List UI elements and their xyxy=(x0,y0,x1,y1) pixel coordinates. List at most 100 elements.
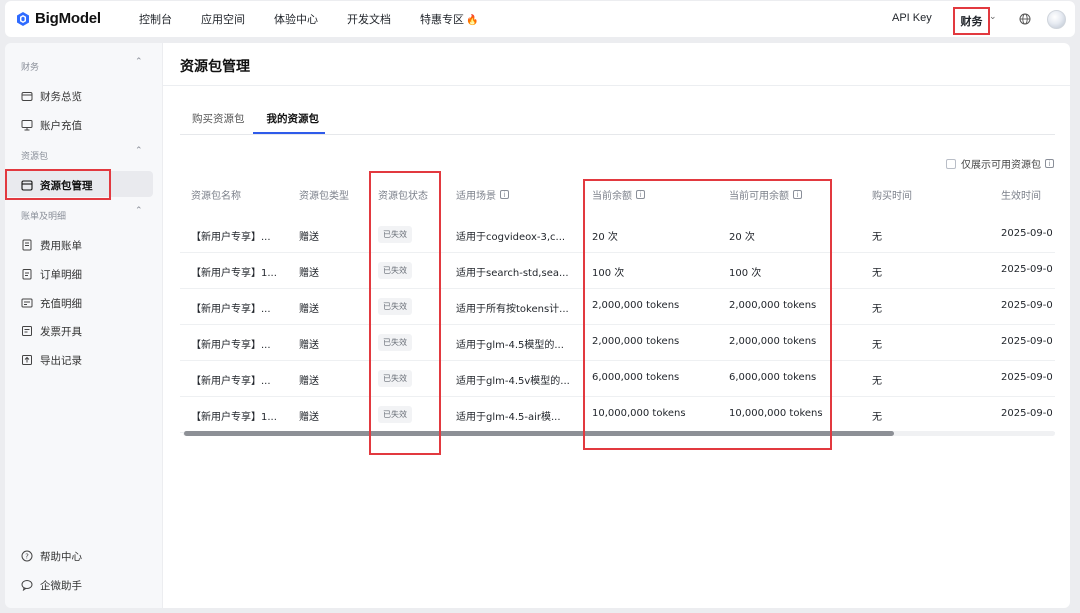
column-header-label: 当前余额 xyxy=(592,191,632,202)
column-header-name: 资源包名称 xyxy=(191,187,241,202)
nav-app-space[interactable]: 应用空间 xyxy=(201,11,245,27)
column-header-label: 适用场景 xyxy=(456,191,496,202)
chevron-down-icon[interactable]: ⌄ xyxy=(989,12,997,22)
globe-icon[interactable] xyxy=(1019,13,1031,25)
invoice-icon xyxy=(22,326,32,336)
cell-effective-time: 2025-09-0 xyxy=(1001,408,1053,419)
cell-scene: 适用于glm-4.5模型的... xyxy=(456,340,564,351)
recharge-detail-icon xyxy=(21,298,33,308)
cell-purchase-time: 无 xyxy=(872,340,882,351)
status-badge: 已失效 xyxy=(378,262,412,279)
sidebar-item-finance-overview[interactable]: 财务总览 xyxy=(21,87,82,105)
sidebar-item-help-center[interactable]: ? 帮助中心 xyxy=(21,547,82,565)
table-row[interactable]: 【新用户专享】1... 赠送 已失效 适用于glm-4.5-air模... 10… xyxy=(180,397,1055,433)
sidebar-item-label: 费用账单 xyxy=(40,239,82,252)
chevron-up-icon[interactable]: ⌃ xyxy=(135,146,143,156)
sidebar-item-order-detail[interactable]: 订单明细 xyxy=(21,265,82,283)
chevron-up-icon[interactable]: ⌃ xyxy=(135,57,143,67)
cell-type: 赠送 xyxy=(299,232,319,243)
sidebar-item-label: 财务总览 xyxy=(40,90,82,103)
sidebar-section-finance: 财务 xyxy=(21,63,40,73)
table-row[interactable]: 【新用户专享】1... 赠送 已失效 适用于search-std,sea... … xyxy=(180,253,1055,289)
status-badge: 已失效 xyxy=(378,406,412,423)
table-row[interactable]: 【新用户专享】... 赠送 已失效 适用于所有按tokens计... 2,000… xyxy=(180,289,1055,325)
status-badge: 已失效 xyxy=(378,298,412,315)
api-key-link[interactable]: API Key xyxy=(892,12,932,24)
divider xyxy=(163,85,1070,86)
cell-effective-time: 2025-09-0 xyxy=(1001,372,1053,383)
sidebar-item-label: 订单明细 xyxy=(40,268,82,281)
horizontal-scrollbar-thumb[interactable] xyxy=(184,431,894,436)
cell-name: 【新用户专享】... xyxy=(191,340,271,351)
info-icon[interactable]: i xyxy=(793,190,802,199)
nav-experience-center[interactable]: 体验中心 xyxy=(274,11,318,27)
sidebar-item-label: 充值明细 xyxy=(40,297,82,310)
page-title: 资源包管理 xyxy=(180,59,250,75)
nav-dev-docs[interactable]: 开发文档 xyxy=(347,11,391,27)
info-icon[interactable]: i xyxy=(636,190,645,199)
tab-bar: 购买资源包 我的资源包 xyxy=(192,111,341,134)
help-icon: ? xyxy=(21,550,33,562)
cell-type: 赠送 xyxy=(299,268,319,279)
cell-type: 赠送 xyxy=(299,340,319,351)
cell-purchase-time: 无 xyxy=(872,304,882,315)
cell-balance: 6,000,000 tokens xyxy=(592,372,680,383)
cell-name: 【新用户专享】... xyxy=(191,376,271,387)
finance-menu[interactable]: 财务 xyxy=(953,7,990,35)
bigmodel-logo-icon xyxy=(17,11,29,26)
column-header-label: 资源包类型 xyxy=(299,191,349,202)
bill-icon xyxy=(22,239,32,251)
cell-purchase-time: 无 xyxy=(872,376,882,387)
cell-effective-time: 2025-09-0 xyxy=(1001,264,1053,275)
sidebar-section-bills: 账单及明细 xyxy=(21,212,67,222)
table-row[interactable]: 【新用户专享】... 赠送 已失效 适用于glm-4.5模型的... 2,000… xyxy=(180,325,1055,361)
status-badge: 已失效 xyxy=(378,226,412,243)
user-avatar[interactable] xyxy=(1047,10,1066,29)
sidebar-item-expense-bill[interactable]: 费用账单 xyxy=(21,236,82,254)
sidebar-item-package-management[interactable]: 资源包管理 xyxy=(21,176,93,194)
nav-special-offers[interactable]: 特惠专区 🔥 xyxy=(420,11,478,27)
sidebar-item-label: 资源包管理 xyxy=(40,179,93,192)
order-icon xyxy=(22,269,32,280)
info-icon[interactable]: i xyxy=(1045,159,1054,168)
cell-scene: 适用于glm-4.5-air模... xyxy=(456,412,561,423)
column-header-scene: 适用场景 i xyxy=(456,187,509,202)
sidebar-item-label: 企微助手 xyxy=(40,579,82,592)
table-row[interactable]: 【新用户专享】... 赠送 已失效 适用于glm-4.5v模型的... 6,00… xyxy=(180,361,1055,397)
tab-buy-packages[interactable]: 购买资源包 xyxy=(192,111,245,134)
table-row[interactable]: 【新用户专享】... 赠送 已失效 适用于cogvideox-3,c... 20… xyxy=(180,217,1055,253)
sidebar-item-recharge-detail[interactable]: 充值明细 xyxy=(21,294,82,312)
available-only-checkbox[interactable] xyxy=(946,158,956,169)
fire-icon: 🔥 xyxy=(466,15,479,26)
info-icon[interactable]: i xyxy=(500,190,509,199)
nav-console[interactable]: 控制台 xyxy=(139,11,172,27)
brand-name: BigModel xyxy=(35,10,101,27)
sidebar-item-recharge[interactable]: 账户充值 xyxy=(21,116,82,134)
cell-balance: 2,000,000 tokens xyxy=(592,300,680,311)
sidebar-item-export-records[interactable]: 导出记录 xyxy=(21,351,82,369)
brand-logo[interactable]: BigModel xyxy=(15,10,101,27)
svg-text:?: ? xyxy=(25,553,29,561)
cell-name: 【新用户专享】1... xyxy=(191,412,277,423)
cell-type: 赠送 xyxy=(299,412,319,423)
sidebar-section-packages: 资源包 xyxy=(21,152,49,162)
cell-available: 6,000,000 tokens xyxy=(729,372,817,383)
column-header-label: 购买时间 xyxy=(872,191,912,202)
cell-balance: 10,000,000 tokens xyxy=(592,408,686,419)
cell-purchase-time: 无 xyxy=(872,232,882,243)
sidebar-item-invoice[interactable]: 发票开具 xyxy=(21,322,82,340)
top-navbar: BigModel 控制台 应用空间 体验中心 开发文档 特惠专区 🔥 API Ke… xyxy=(5,1,1075,37)
cell-scene: 适用于search-std,sea... xyxy=(456,268,569,279)
chat-icon xyxy=(21,580,33,591)
chevron-up-icon[interactable]: ⌃ xyxy=(135,206,143,216)
tab-my-packages[interactable]: 我的资源包 xyxy=(267,111,320,134)
cell-available: 10,000,000 tokens xyxy=(729,408,823,419)
cell-available: 100 次 xyxy=(729,268,762,279)
cell-name: 【新用户专享】... xyxy=(191,232,271,243)
cell-available: 20 次 xyxy=(729,232,755,243)
cell-scene: 适用于cogvideox-3,c... xyxy=(456,232,566,243)
cell-balance: 20 次 xyxy=(592,232,618,243)
available-only-filter[interactable]: 仅展示可用资源包 i xyxy=(946,156,1054,171)
sidebar-item-wecom-assistant[interactable]: 企微助手 xyxy=(21,576,82,594)
package-icon xyxy=(21,180,33,191)
